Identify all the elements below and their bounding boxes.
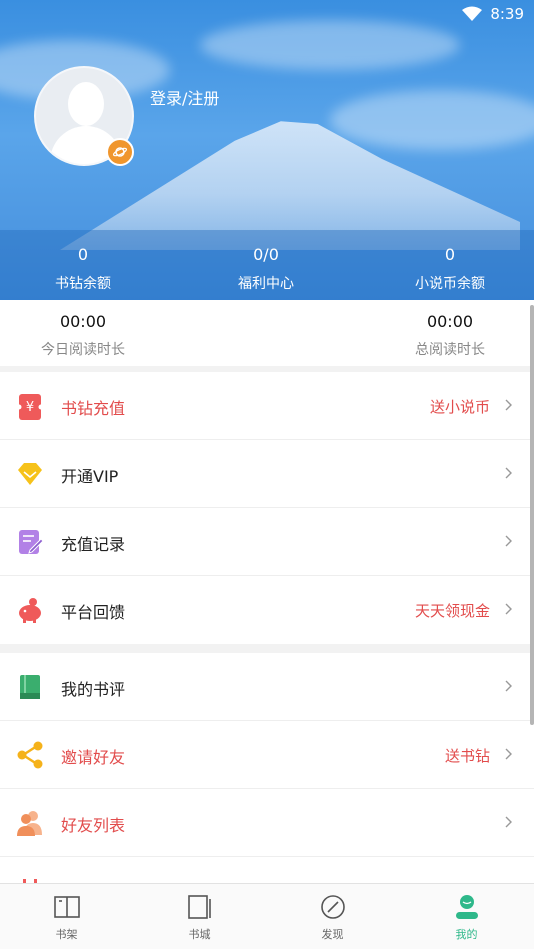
menu-item-label: 书钻充值 [61,399,126,418]
bottom-navigation: 书架 书城 发现 我的 [0,883,534,949]
stat-value: 0 [444,245,456,264]
chevron-right-icon [505,816,512,828]
svg-text:¥: ¥ [26,400,34,415]
chevron-right-icon [505,467,512,479]
tab-mine[interactable]: 我的 [400,884,533,949]
stat-coin-balance[interactable]: 0 小说币余额 [380,245,520,293]
tab-label: 书城 [188,928,211,941]
menu-item-label: 开通VIP [61,467,119,486]
menu-item-invite-friends[interactable]: 邀请好友 送书钻 [0,721,534,789]
piggy-bank-icon [19,598,41,623]
stat-label: 小说币余额 [415,276,485,292]
tab-bookshelf[interactable]: 书架 [0,884,133,949]
note-icon [19,530,44,554]
yuan-icon: ¥ [16,394,44,420]
menu-item-platform-feedback[interactable]: 平台回馈 天天领现金 [0,576,534,644]
diamond-icon [18,463,42,485]
chevron-right-icon [505,680,512,692]
menu-item-recharge-history[interactable]: 充值记录 [0,508,534,576]
tab-discover[interactable]: 发现 [266,884,399,949]
avatar-head [68,82,104,126]
bookstore-icon [187,895,211,919]
menu-item-friend-list[interactable]: 好友列表 [0,789,534,857]
login-register-link[interactable]: 登录/注册 [150,85,219,109]
stat-book-diamond-balance[interactable]: 0 书钻余额 [13,245,153,293]
menu-group-wallet: ¥ 书钻充值 送小说币 开通VIP 充值记录 平台回馈 天天领现金 [0,372,534,644]
menu-item-label: 好友列表 [61,816,126,835]
menu-item-my-reviews[interactable]: 我的书评 [0,653,534,721]
stat-welfare-center[interactable]: 0/0 福利中心 [196,245,336,293]
status-bar: 8:39 [0,0,534,28]
tab-label: 书架 [55,928,78,941]
menu-item-open-vip[interactable]: 开通VIP [0,440,534,508]
bookshelf-icon [53,896,80,918]
stat-label: 书钻余额 [55,276,111,292]
total-reading-value: 00:00 [426,312,474,331]
chevron-right-icon [505,399,512,411]
stat-label: 福利中心 [238,276,294,292]
tab-label: 发现 [321,928,344,941]
menu-item-label: 平台回馈 [61,603,126,622]
menu-item-promo: 送书钻 [444,747,490,765]
reading-time-panel: 00:00 今日阅读时长 00:00 总阅读时长 [0,300,534,366]
share-icon [17,741,43,769]
tab-label: 我的 [455,928,478,941]
menu-item-label: 充值记录 [61,535,126,554]
today-reading-label: 今日阅读时长 [41,342,125,358]
friends-icon [17,811,42,836]
total-reading-label: 总阅读时长 [415,342,485,358]
compass-icon [320,895,345,919]
stat-value: 0 [77,245,89,264]
chevron-right-icon [505,603,512,615]
status-time: 8:39 [490,5,524,23]
menu-item-label: 我的书评 [61,680,126,699]
stat-value: 0/0 [253,245,279,264]
chevron-right-icon [505,535,512,547]
menu-item-promo: 送小说币 [429,398,490,416]
chevron-right-icon [505,748,512,760]
cloud-decoration [330,90,534,150]
menu-item-recharge-diamond[interactable]: ¥ 书钻充值 送小说币 [0,372,534,440]
tab-bookstore[interactable]: 书城 [133,884,266,949]
book-icon [20,675,40,699]
scrollbar[interactable] [530,305,534,725]
today-reading-time: 00:00 今日阅读时长 [18,312,148,359]
wifi-icon [462,6,482,21]
menu-item-label: 邀请好友 [61,748,126,767]
total-reading-time: 00:00 总阅读时长 [385,312,515,359]
profile-icon [455,895,478,919]
menu-item-promo: 天天领现金 [414,602,490,620]
menu-item-partial[interactable] [0,857,534,883]
today-reading-value: 00:00 [59,312,107,331]
menu-group-social: 我的书评 邀请好友 送书钻 好友列表 [0,653,534,883]
planet-badge-icon [106,138,134,166]
